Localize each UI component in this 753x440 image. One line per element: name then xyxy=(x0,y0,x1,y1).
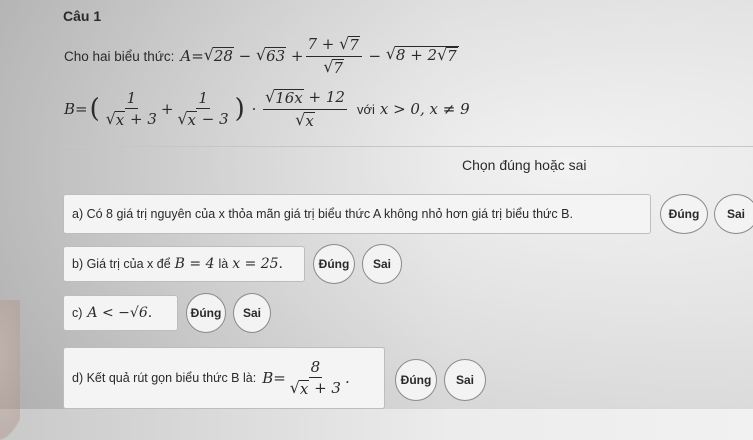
question-title: Câu 1 xyxy=(63,8,102,24)
instruction-text: Chọn đúng hoặc sai xyxy=(462,157,587,173)
option-a: a) Có 8 giá trị nguyên của x thỏa mãn gi… xyxy=(63,194,651,234)
condition-text: với xyxy=(356,101,375,117)
expression-b: B=( 1 √ x + 3 + 1 √ x − 3 ) · √ 16x + 12 √ x xyxy=(64,87,347,130)
option-a-true-button[interactable]: Đúng xyxy=(660,194,708,234)
option-c-text: c) xyxy=(72,306,83,320)
option-d-false-button[interactable]: Sai xyxy=(444,359,486,401)
option-b-true-button[interactable]: Đúng xyxy=(313,244,355,284)
option-d-text: d) Kết quả rút gọn biểu thức B là: xyxy=(72,371,257,385)
option-c: c) A < −√6. xyxy=(63,295,178,331)
option-d-math: B= 8 √ x + 3. xyxy=(262,357,350,398)
divider xyxy=(63,146,753,147)
finger-shadow xyxy=(0,300,20,440)
option-b-mid: là xyxy=(218,257,229,271)
option-c-false-button[interactable]: Sai xyxy=(233,293,271,333)
option-b-math-2: x = 25. xyxy=(232,256,284,272)
option-d: d) Kết quả rút gọn biểu thức B là: B= 8 √ x… xyxy=(63,347,385,409)
option-c-math: A < −√6. xyxy=(87,305,153,321)
option-b-text: b) Giá trị của x để xyxy=(72,257,171,271)
expression-b-line: B=( 1 √ x + 3 + 1 √ x − 3 ) · √ 16x + 12 √ x vớ… xyxy=(64,78,470,140)
option-a-false-button[interactable]: Sai xyxy=(714,194,753,234)
intro-text: Cho hai biểu thức: xyxy=(64,48,175,64)
option-b-false-button[interactable]: Sai xyxy=(362,244,402,284)
option-b-math-1: B = 4 xyxy=(174,256,215,272)
option-d-true-button[interactable]: Đúng xyxy=(395,359,437,401)
option-c-true-button[interactable]: Đúng xyxy=(186,293,226,333)
option-a-text: a) Có 8 giá trị nguyên của x thỏa mãn gi… xyxy=(72,207,573,221)
option-b: b) Giá trị của x để B = 4 là x = 25. xyxy=(63,246,305,282)
condition-math: x > 0, x ≠ 9 xyxy=(379,100,470,118)
expression-a: A= √ 28 − √ 63 + 7 + √ 7 √ 7 − √ 8 + 2 √ 7 xyxy=(180,34,459,77)
